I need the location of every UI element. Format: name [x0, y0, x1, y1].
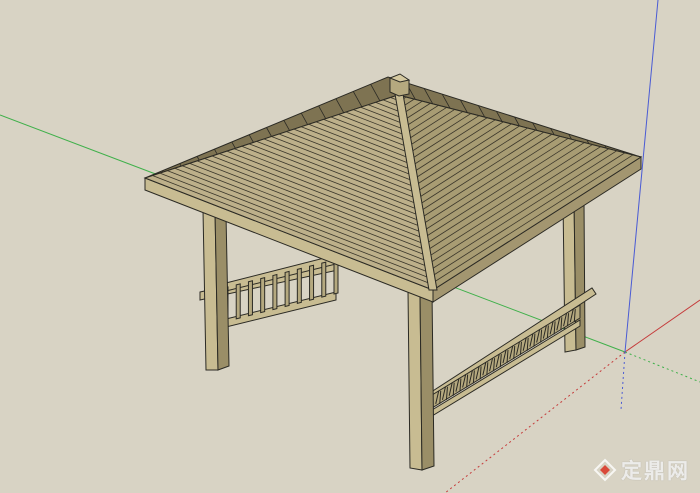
watermark-text: 定鼎网 — [621, 459, 690, 483]
watermark: 定鼎网 — [593, 455, 690, 485]
logo-icon — [593, 458, 617, 482]
roof-finial — [388, 73, 411, 97]
green-axis-negative — [624, 351, 700, 383]
blue-axis-negative — [620, 351, 626, 411]
post-front[interactable] — [407, 289, 435, 471]
model-scene[interactable] — [0, 0, 700, 493]
post-back-left[interactable] — [202, 209, 230, 371]
red-axis-positive — [624, 299, 700, 353]
rail-front-right[interactable] — [424, 287, 597, 417]
sketchup-viewport[interactable]: 定鼎网 — [0, 0, 700, 493]
